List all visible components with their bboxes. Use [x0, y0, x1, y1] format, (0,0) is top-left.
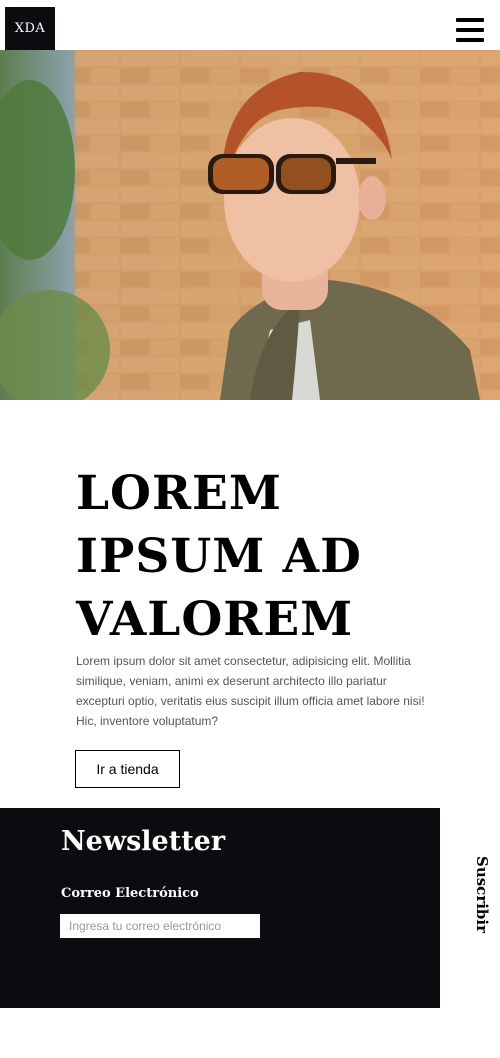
- headline-line: LOREM: [76, 466, 282, 521]
- newsletter-title: Newsletter: [61, 826, 226, 857]
- hero-description: Lorem ipsum dolor sit amet consectetur, …: [76, 654, 425, 728]
- email-field[interactable]: [60, 914, 260, 938]
- hamburger-menu-icon[interactable]: [456, 18, 486, 44]
- logo-text: XDA: [14, 21, 46, 36]
- site-header: XDA: [0, 0, 500, 50]
- hero-headline: LOREM IPSUM AD VALOREM: [76, 462, 456, 651]
- logo[interactable]: XDA: [5, 7, 55, 50]
- email-label: Correo Electrónico: [61, 886, 199, 901]
- headline-line: VALOREM: [76, 592, 354, 647]
- shop-button[interactable]: Ir a tienda: [75, 750, 180, 788]
- headline-line: IPSUM AD: [76, 529, 362, 584]
- hero-photo: [0, 50, 500, 400]
- subscribe-button[interactable]: Suscribir: [470, 855, 494, 935]
- hero-image: [0, 50, 500, 400]
- newsletter-section: Newsletter Correo Electrónico: [0, 808, 440, 1008]
